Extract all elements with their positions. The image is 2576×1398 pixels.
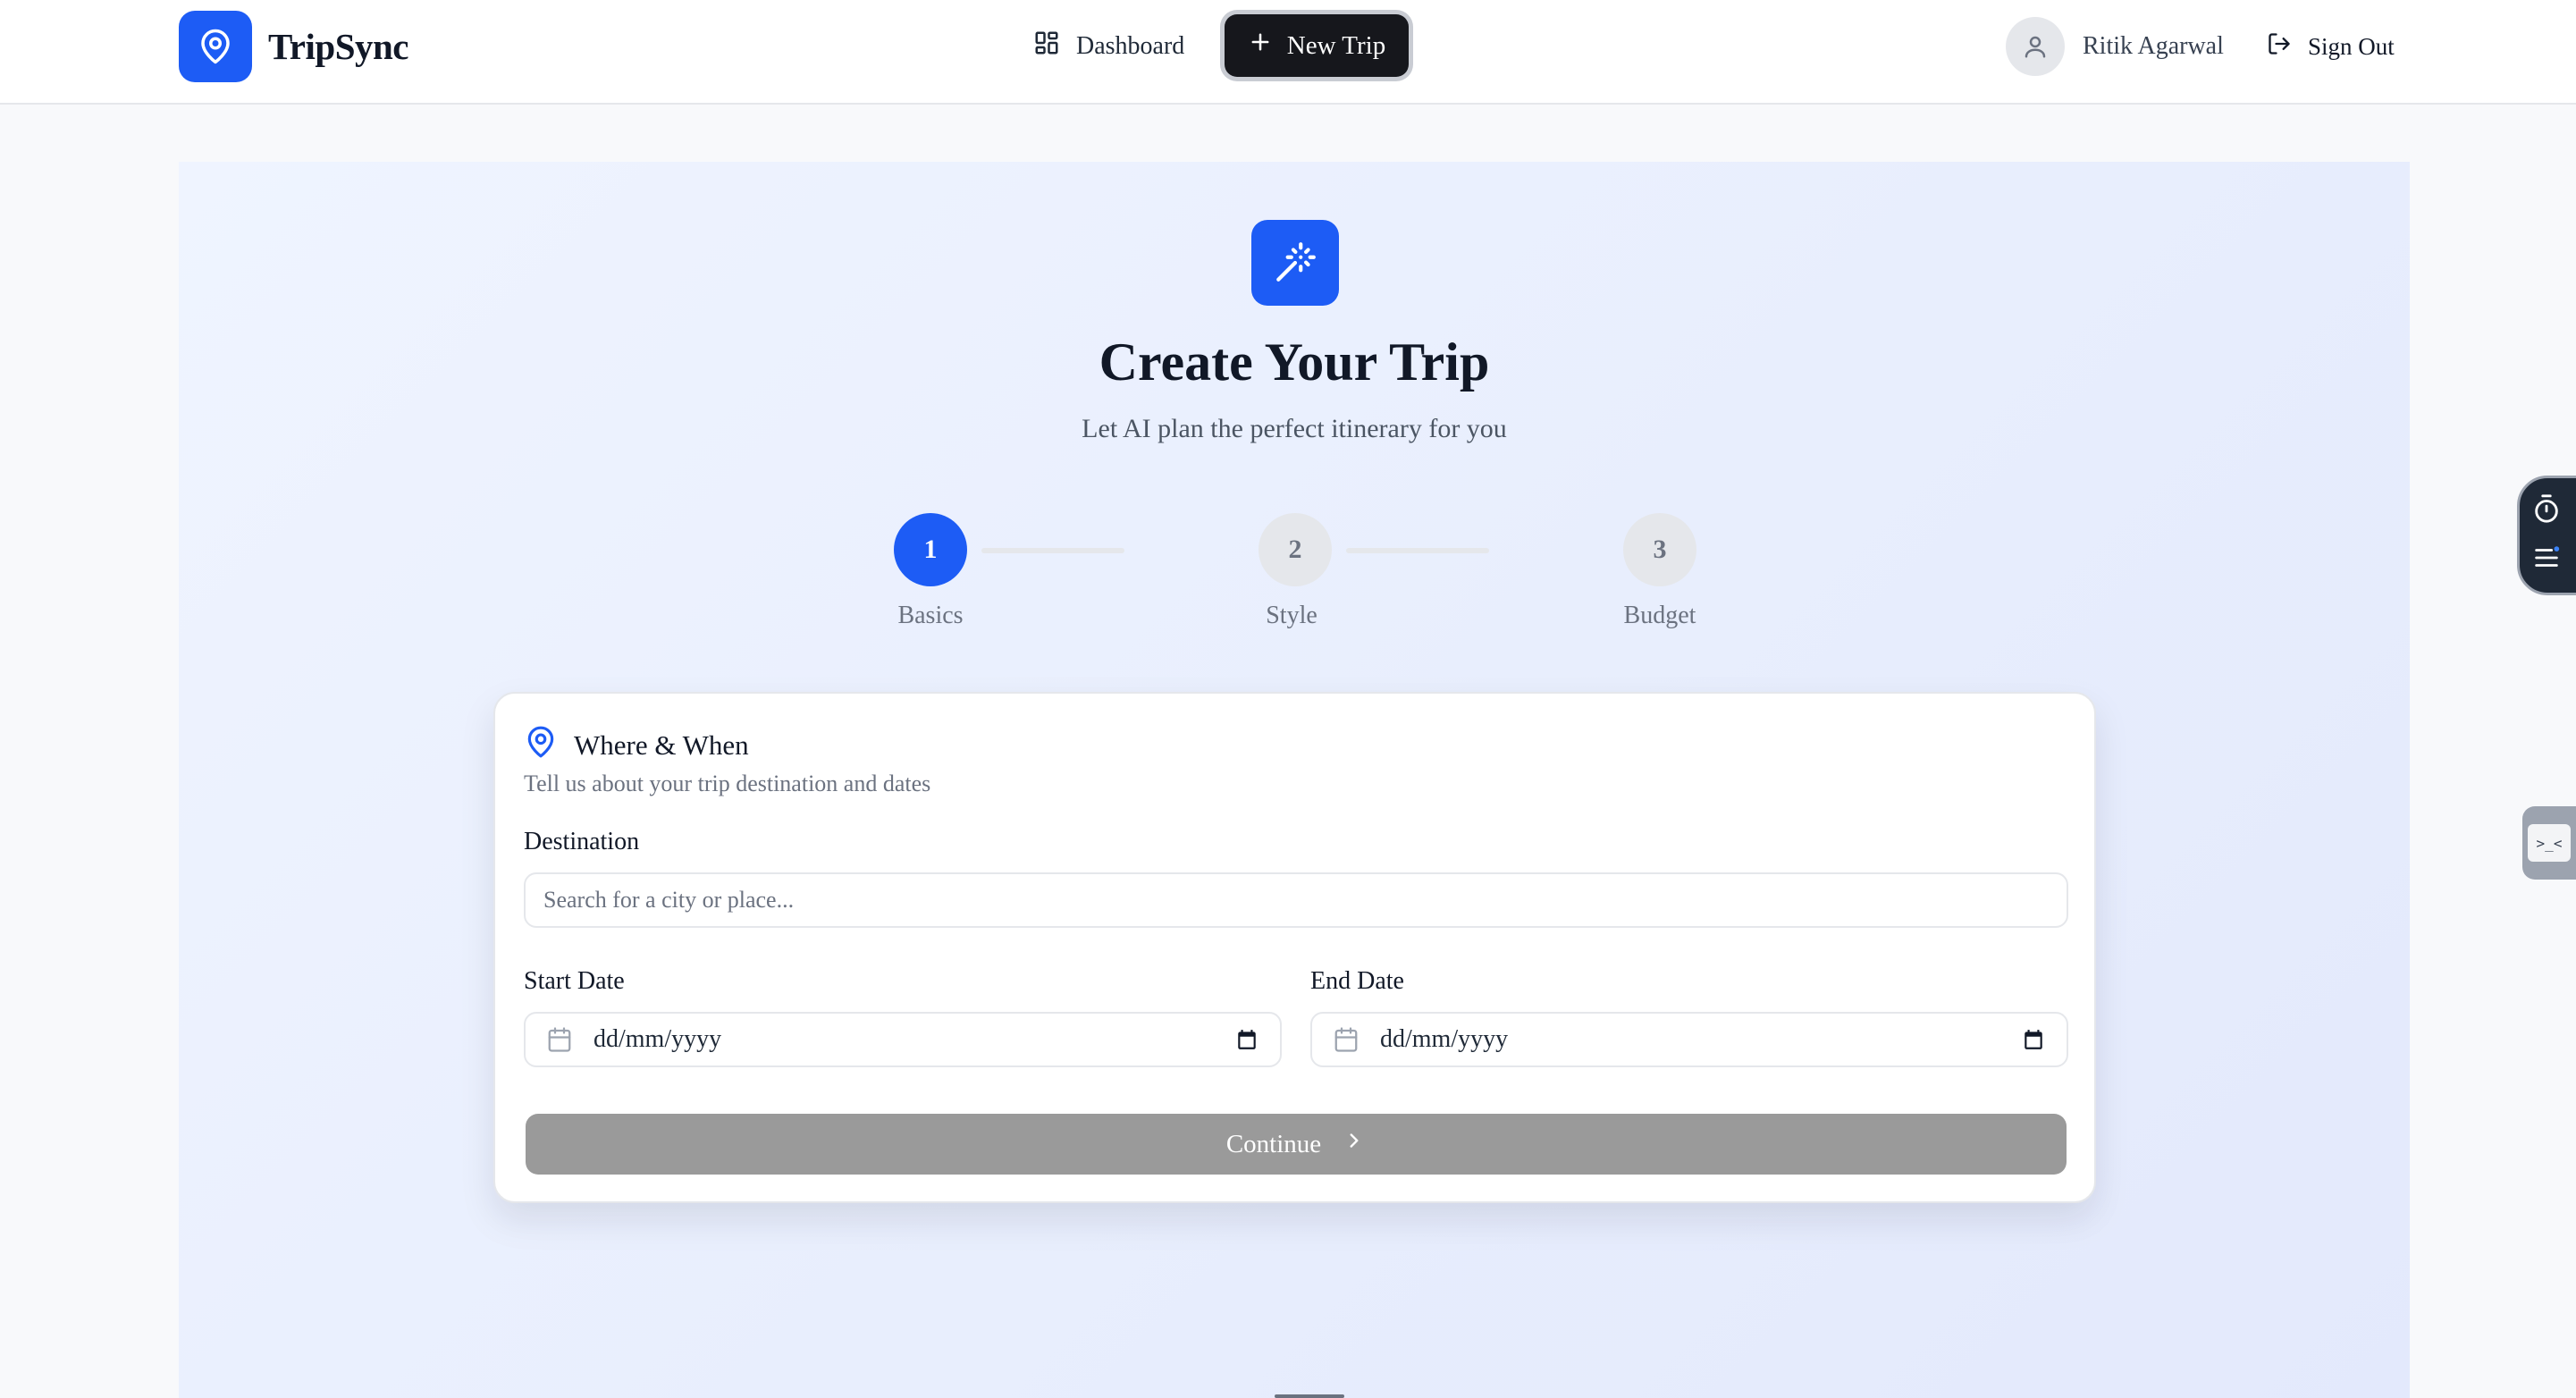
sign-out-button[interactable]: Sign Out <box>2267 18 2395 75</box>
calendar-icon <box>545 1025 574 1054</box>
end-date-label: End Date <box>1310 967 1404 995</box>
new-trip-label: New Trip <box>1286 30 1386 60</box>
top-navigation-bar: TripSync Dashboard New Trip Ritik Agarwa… <box>0 0 2576 105</box>
brand[interactable]: TripSync <box>179 11 409 82</box>
card-description: Tell us about your trip destination and … <box>524 771 931 796</box>
calendar-picker-icon[interactable] <box>2020 1026 2047 1053</box>
continue-button[interactable]: Continue <box>526 1114 2067 1175</box>
magic-wand-icon <box>1251 220 1339 306</box>
logout-icon <box>2267 31 2292 63</box>
destination-input[interactable] <box>524 872 2068 928</box>
user-icon <box>2006 17 2065 76</box>
calendar-icon <box>1332 1025 1360 1054</box>
step-1-indicator[interactable]: 1 <box>894 513 967 586</box>
dashboard-nav-link[interactable]: Dashboard <box>1019 18 1199 75</box>
floating-side-tab[interactable]: >_< <box>2522 806 2576 880</box>
start-date-field[interactable]: dd/mm/yyyy <box>524 1012 1282 1067</box>
where-when-card: Where & When Tell us about your trip des… <box>493 692 2096 1203</box>
step-2-indicator: 2 <box>1259 513 1332 586</box>
grid-icon <box>1033 29 1060 63</box>
step-connector-1 <box>981 548 1124 553</box>
step-3-label: Budget <box>1623 602 1696 629</box>
card-title: Where & When <box>574 729 749 761</box>
start-date-value: dd/mm/yyyy <box>593 1025 722 1053</box>
step-3-indicator: 3 <box>1623 513 1696 586</box>
map-pin-icon <box>179 11 252 82</box>
brand-name: TripSync <box>268 26 409 67</box>
terminal-icon: >_< <box>2528 824 2571 862</box>
stopwatch-icon[interactable] <box>2531 493 2562 528</box>
user-menu[interactable]: Ritik Agarwal <box>2006 17 2224 76</box>
chevron-right-icon <box>1343 1129 1366 1159</box>
card-header: Where & When <box>524 724 749 767</box>
dashboard-nav-label: Dashboard <box>1076 32 1185 60</box>
continue-label: Continue <box>1225 1129 1322 1158</box>
step-1-label: Basics <box>897 602 964 629</box>
end-date-field[interactable]: dd/mm/yyyy <box>1310 1012 2068 1067</box>
start-date-label: Start Date <box>524 967 625 995</box>
map-pin-icon <box>524 724 558 767</box>
sign-out-label: Sign Out <box>2308 32 2395 60</box>
calendar-picker-icon[interactable] <box>1233 1026 1260 1053</box>
step-3-number: 3 <box>1653 535 1667 564</box>
step-connector-2 <box>1346 548 1489 553</box>
step-2-number: 2 <box>1288 535 1302 564</box>
destination-label: Destination <box>524 828 640 855</box>
page-title: Create Your Trip <box>1099 333 1490 392</box>
new-trip-button[interactable]: New Trip <box>1225 14 1409 77</box>
floating-toolbar[interactable] <box>2517 476 2576 595</box>
step-1-number: 1 <box>923 535 938 564</box>
scroll-indicator <box>1275 1394 1344 1398</box>
user-name: Ritik Agarwal <box>2083 32 2224 60</box>
plus-icon <box>1248 29 1273 62</box>
menu-icon[interactable] <box>2531 543 2562 577</box>
page-subtitle: Let AI plan the perfect itinerary for yo… <box>1082 414 1507 443</box>
end-date-value: dd/mm/yyyy <box>1380 1025 1509 1053</box>
step-2-label: Style <box>1266 602 1317 629</box>
